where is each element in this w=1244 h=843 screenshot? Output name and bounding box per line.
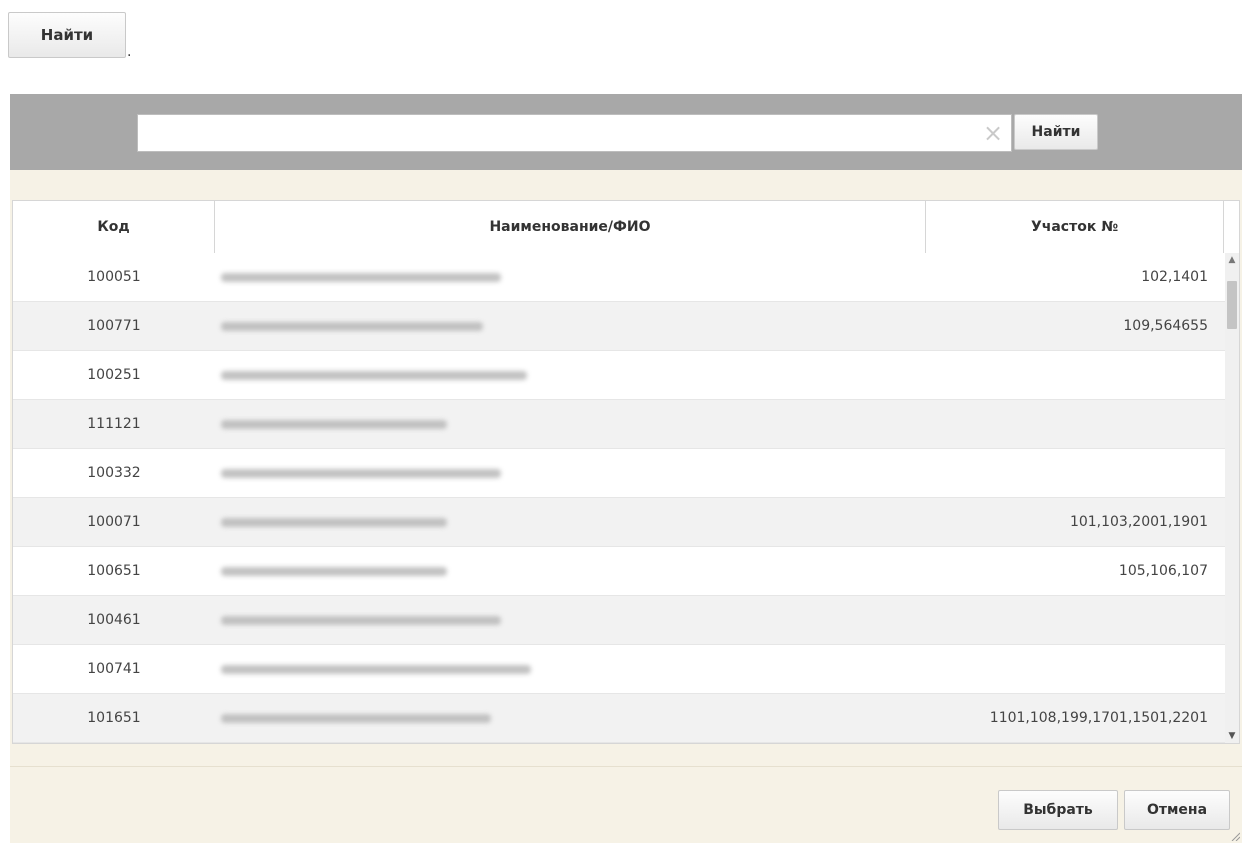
cell-name-redacted — [215, 302, 559, 351]
cell-code: 100461 — [87, 612, 141, 628]
table-row[interactable]: 100741 — [13, 645, 1225, 694]
cell-uchastok: 105,106,107 — [1118, 563, 1208, 579]
cell-name-redacted — [215, 253, 559, 302]
cell-code: 100251 — [87, 367, 141, 383]
cell-name-redacted — [215, 449, 559, 498]
cell-uchastok — [926, 351, 1216, 400]
grid-header: Код Наименование/ФИО Участок № — [13, 201, 1239, 254]
cell-name-redacted — [215, 547, 559, 596]
scroll-thumb[interactable] — [1227, 281, 1237, 329]
cell-name-redacted — [215, 645, 559, 694]
resize-grip-icon[interactable] — [1230, 831, 1240, 841]
clear-icon[interactable]: × — [981, 121, 1005, 145]
cell-code: 100071 — [87, 514, 141, 530]
table-row[interactable]: 100771 109,564655 — [13, 302, 1225, 351]
select-dialog: × Найти Код Наименование/ФИО Участок № 1… — [10, 94, 1242, 843]
cell-code: 100651 — [87, 563, 141, 579]
table-row[interactable]: 101651 1101,108,199,1701,1501,2201 — [13, 694, 1225, 743]
search-field: × — [137, 114, 1012, 152]
column-header-name[interactable]: Наименование/ФИО — [215, 201, 926, 253]
cell-uchastok — [926, 645, 1216, 694]
cell-name-redacted — [215, 498, 559, 547]
cell-uchastok: 102,1401 — [1141, 269, 1208, 285]
footer-divider — [10, 766, 1242, 767]
cell-uchastok: 101,103,2001,1901 — [1069, 514, 1208, 530]
table-row[interactable]: 100461 — [13, 596, 1225, 645]
cell-name-redacted — [215, 694, 559, 743]
vertical-scrollbar[interactable]: ▲ ▼ — [1225, 253, 1239, 743]
cell-uchastok — [926, 449, 1216, 498]
table-row[interactable]: 100071 101,103,2001,1901 — [13, 498, 1225, 547]
cell-name-redacted — [215, 596, 559, 645]
results-grid: Код Наименование/ФИО Участок № 100051 10… — [12, 200, 1240, 744]
column-header-code[interactable]: Код — [13, 201, 215, 253]
cell-uchastok: 1101,108,199,1701,1501,2201 — [989, 710, 1208, 726]
select-button[interactable]: Выбрать — [998, 790, 1118, 830]
cell-code: 101651 — [87, 710, 141, 726]
cell-code: 100332 — [87, 465, 141, 481]
table-row[interactable]: 111121 — [13, 400, 1225, 449]
search-input[interactable] — [142, 117, 976, 151]
table-row[interactable]: 100051 102,1401 — [13, 253, 1225, 302]
cell-uchastok — [926, 596, 1216, 645]
find-button-top[interactable]: Найти — [8, 12, 126, 58]
cell-code: 111121 — [87, 416, 141, 432]
grid-rows: 100051 102,1401 100771 109,564655 100251… — [13, 253, 1225, 743]
cancel-button[interactable]: Отмена — [1124, 790, 1230, 830]
cell-uchastok — [926, 400, 1216, 449]
find-button[interactable]: Найти — [1014, 114, 1098, 150]
table-row[interactable]: 100651 105,106,107 — [13, 547, 1225, 596]
search-bar: × Найти — [10, 94, 1242, 170]
column-header-uchastok[interactable]: Участок № — [926, 201, 1224, 253]
cell-name-redacted — [215, 351, 559, 400]
scroll-down-icon[interactable]: ▼ — [1225, 729, 1239, 743]
cell-uchastok: 109,564655 — [1123, 318, 1208, 334]
scroll-up-icon[interactable]: ▲ — [1225, 253, 1239, 267]
cell-code: 100051 — [87, 269, 141, 285]
table-row[interactable]: 100251 — [13, 351, 1225, 400]
cell-name-redacted — [215, 400, 559, 449]
table-row[interactable]: 100332 — [13, 449, 1225, 498]
caption-dot: . — [127, 44, 132, 60]
cell-code: 100741 — [87, 661, 141, 677]
cell-code: 100771 — [87, 318, 141, 334]
